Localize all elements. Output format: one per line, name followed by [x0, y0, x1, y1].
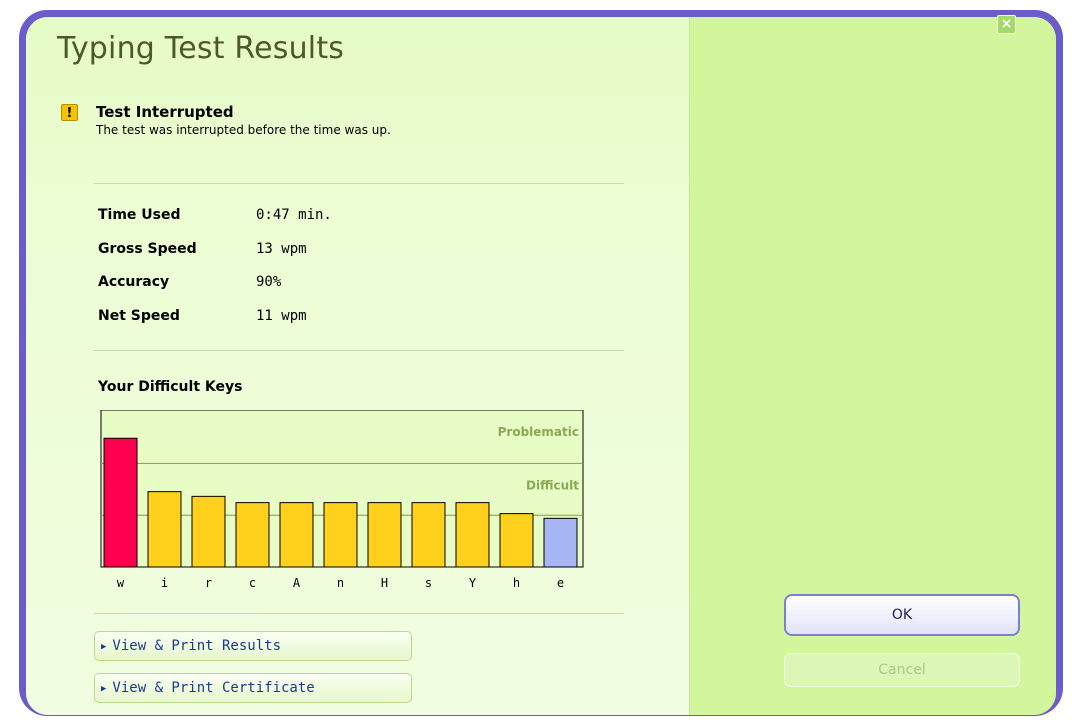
results-panel: Typing Test Results ! Test Interrupted T… [26, 17, 690, 715]
band-label: Difficult [526, 478, 579, 492]
bar-i [147, 491, 182, 568]
tick-label-n: n [337, 576, 344, 590]
bar-r [191, 495, 226, 568]
bar-H [367, 502, 402, 568]
close-icon[interactable]: × [997, 15, 1016, 34]
tick-label-c: c [249, 576, 256, 590]
cancel-button: Cancel [784, 653, 1020, 687]
divider [94, 613, 624, 614]
bar-c [235, 502, 270, 568]
warning-message: The test was interrupted before the time… [96, 123, 391, 137]
tick-label-Y: Y [469, 576, 477, 590]
stat-label-time-used: Time Used [98, 207, 181, 223]
warning-icon: ! [61, 104, 78, 121]
bar-A [279, 502, 314, 568]
triangle-right-icon: ▶ [101, 642, 107, 652]
ok-button[interactable]: OK [784, 594, 1020, 636]
bar-w [103, 437, 138, 568]
divider [94, 350, 624, 351]
bar-h [499, 513, 534, 568]
tick-label-s: s [425, 576, 432, 590]
stat-label-accuracy: Accuracy [98, 274, 170, 290]
tick-label-H: H [381, 576, 388, 590]
difficult-keys-chart: Problematic Difficult w i r c An Hs Yh e [100, 410, 584, 590]
view-print-results-button[interactable]: ▶ View & Print Results [94, 631, 412, 661]
stat-value-net-speed: 11 wpm [256, 308, 307, 324]
bar-n [323, 502, 358, 568]
warning-title: Test Interrupted [96, 103, 234, 121]
band-label: Problematic [498, 425, 579, 439]
tick-label-r: r [205, 576, 212, 590]
tick-label-A: A [293, 576, 301, 590]
bar-Y [455, 502, 490, 568]
view-print-certificate-button[interactable]: ▶ View & Print Certificate [94, 673, 412, 703]
tick-label-e: e [557, 576, 564, 590]
stat-value-time-used: 0:47 min. [256, 207, 332, 223]
triangle-right-icon: ▶ [101, 684, 107, 694]
divider [94, 183, 624, 184]
bar-s [411, 502, 446, 568]
bar-e [543, 517, 578, 568]
stat-label-gross-speed: Gross Speed [98, 241, 197, 257]
tick-label-h: h [513, 576, 520, 590]
stat-value-accuracy: 90% [256, 274, 282, 290]
view-print-results-label: View & Print Results [112, 638, 281, 654]
tick-label-i: i [161, 576, 168, 590]
difficult-keys-heading: Your Difficult Keys [98, 379, 243, 395]
stat-value-gross-speed: 13 wpm [256, 241, 307, 257]
stat-label-net-speed: Net Speed [98, 308, 180, 324]
view-print-certificate-label: View & Print Certificate [112, 680, 315, 696]
tick-label-w: w [117, 576, 125, 590]
page-title: Typing Test Results [57, 31, 345, 66]
